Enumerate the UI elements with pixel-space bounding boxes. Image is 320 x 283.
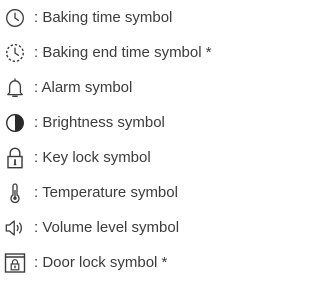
legend-label-key-lock: : Key lock symbol	[34, 149, 151, 166]
legend-label-alarm: : Alarm symbol	[34, 79, 133, 96]
thermometer-icon	[3, 176, 27, 210]
legend-label-volume-level: : Volume level symbol	[34, 219, 180, 236]
dashed-clock-icon	[3, 36, 27, 70]
legend-item-temperature: : Temperature symbol	[0, 176, 266, 210]
legend-item-volume-level: : Volume level symbol	[0, 211, 266, 245]
symbol-legend: : Baking time symbol : Baking end time s…	[0, 0, 266, 283]
half-circle-icon	[3, 106, 27, 140]
legend-label-brightness: : Brightness symbol	[34, 114, 165, 131]
door-lock-icon	[3, 246, 27, 280]
legend-item-alarm: : Alarm symbol	[0, 71, 266, 105]
legend-label-door-lock: : Door lock symbol *	[34, 254, 168, 271]
bell-icon	[3, 71, 27, 105]
legend-item-key-lock: : Key lock symbol	[0, 141, 266, 175]
legend-label-baking-end-time: : Baking end time symbol *	[34, 44, 212, 61]
legend-label-temperature: : Temperature symbol	[34, 184, 178, 201]
speaker-icon	[3, 211, 27, 245]
legend-item-baking-end-time: : Baking end time symbol *	[0, 36, 266, 70]
legend-item-baking-time: : Baking time symbol	[0, 1, 266, 35]
legend-item-brightness: : Brightness symbol	[0, 106, 266, 140]
padlock-icon	[3, 141, 27, 175]
legend-item-door-lock: : Door lock symbol *	[0, 246, 266, 280]
legend-label-baking-time: : Baking time symbol	[34, 9, 173, 26]
clock-icon	[3, 1, 27, 35]
